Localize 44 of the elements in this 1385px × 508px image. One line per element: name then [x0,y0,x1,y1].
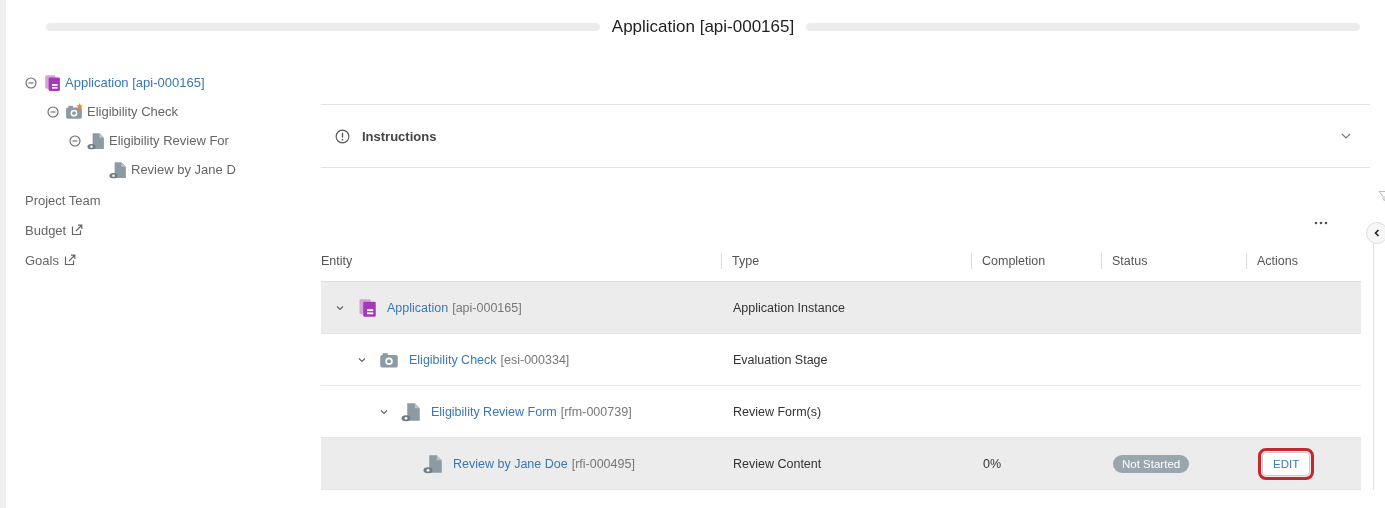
document-eye-icon [87,131,105,150]
tree-item[interactable]: Eligibility Review For [109,133,229,148]
status-badge: Not Started [1113,454,1190,473]
tree-item[interactable]: Eligibility Check [87,104,179,119]
document-eye-icon [109,160,127,179]
entity-code: [rfm-000739] [560,404,632,419]
entity-link[interactable]: Eligibility Review Form [431,404,557,419]
collapse-panel-button[interactable] [1366,222,1385,244]
column-header: Actions [1257,253,1298,268]
table-row[interactable]: Review by Jane Doe [rfi-000495] Review Content 0% Not Started EDIT [321,438,1361,490]
instructions-panel[interactable]: Instructions [321,104,1370,168]
column-header: Entity [321,253,353,268]
file-stack-icon [43,73,61,92]
instructions-title: Instructions [362,128,437,144]
column-header: Status [1112,253,1148,268]
collapse-icon[interactable] [25,76,37,89]
file-stack-icon [357,297,377,318]
table-row[interactable]: Application [api-000165] Application Instance [321,282,1361,334]
chevron-left-icon [1372,228,1382,238]
sidebar-link[interactable]: Project Team [25,192,101,208]
entity-code: [rfi-000495] [571,456,635,471]
collapse-icon[interactable] [69,134,81,147]
type-text: Review Content [733,456,822,471]
type-text: Application Instance [733,300,845,315]
alert-icon [335,128,350,144]
entity-code: [api-000165] [452,300,522,315]
entity-code: [esi-000334] [500,352,570,367]
tree-item[interactable]: Review by Jane D [131,162,236,177]
tree-item[interactable]: Application [api-000165] [65,75,205,90]
entity-link[interactable]: Review by Jane Doe [453,456,568,471]
page-title: Application [api-000165] [611,17,795,37]
completion-text: 0% [983,456,1002,471]
column-header: Type [732,253,760,268]
document-eye-icon [423,453,443,474]
collapse-icon[interactable] [47,105,59,118]
entity-link[interactable]: Eligibility Check [409,352,497,367]
camera-icon [65,102,83,121]
column-header: Completion [982,253,1046,268]
entity-link[interactable]: Application [387,300,449,315]
sidebar-link[interactable]: Budget [25,222,67,238]
document-eye-icon [401,401,421,422]
type-text: Evaluation Stage [733,352,828,367]
type-text: Review Form(s) [733,404,822,419]
sidebar-link[interactable]: Goals [25,252,59,268]
